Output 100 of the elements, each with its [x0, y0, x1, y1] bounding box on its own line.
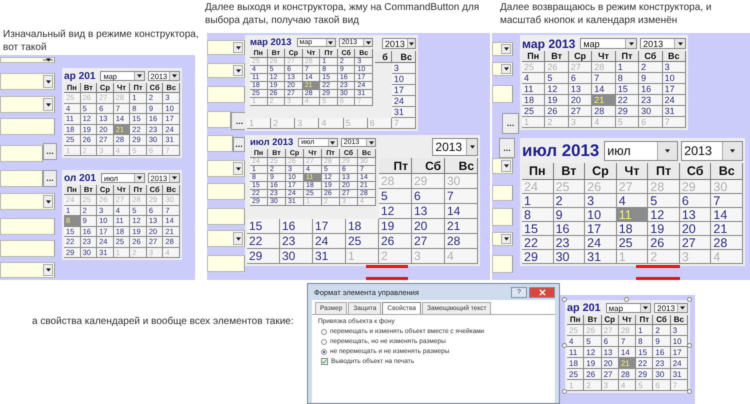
day-cell[interactable]: 5 — [648, 194, 680, 208]
day-cell[interactable]: 10 — [585, 208, 617, 222]
day-cell[interactable]: 31 — [662, 106, 686, 117]
day-cell[interactable]: 12 — [379, 204, 412, 219]
day-cell[interactable]: 17 — [313, 219, 346, 234]
day-cell[interactable]: 20 — [568, 95, 592, 106]
day-cell[interactable]: 8 — [636, 336, 654, 347]
input-field[interactable] — [0, 240, 55, 257]
day-cell[interactable]: 27 — [568, 106, 592, 117]
day-cell[interactable]: 14 — [445, 204, 478, 219]
input-field[interactable] — [492, 85, 513, 103]
day-cell[interactable]: 2 — [639, 62, 663, 73]
day-cell[interactable]: 22 — [616, 95, 640, 106]
day-cell[interactable]: 5 — [545, 73, 569, 84]
month-dropdown[interactable]: мар — [580, 38, 638, 49]
day-cell[interactable]: 19 — [545, 95, 569, 106]
day-cell[interactable]: 27 — [680, 236, 712, 250]
selection-handle[interactable] — [562, 343, 567, 348]
day-cell[interactable]: 17 — [585, 222, 617, 236]
day-cell[interactable]: 11 — [567, 347, 584, 358]
day-cell[interactable]: 31 — [670, 369, 688, 380]
checkbox[interactable] — [321, 358, 328, 365]
day-cell[interactable]: 12 — [545, 84, 569, 95]
input-field[interactable] — [207, 111, 231, 128]
day-cell[interactable]: 2 — [554, 194, 586, 208]
dropdown-field[interactable] — [207, 63, 245, 78]
dropdown-field[interactable] — [207, 160, 245, 177]
day-cell[interactable]: 29 — [522, 250, 554, 264]
day-cell[interactable]: 14 — [711, 208, 743, 222]
dropdown-field[interactable] — [0, 73, 55, 90]
dropdown-field[interactable] — [0, 262, 55, 278]
day-cell[interactable]: 14 — [592, 84, 616, 95]
day-cell[interactable]: 27 — [602, 369, 619, 380]
selection-handle[interactable] — [624, 297, 629, 302]
day-cell[interactable]: 24 — [392, 96, 416, 107]
input-field[interactable] — [0, 170, 43, 187]
selection-handle[interactable] — [687, 297, 692, 302]
day-cell[interactable]: 31 — [585, 250, 617, 264]
ellipsis-button[interactable]: ... — [43, 170, 57, 187]
ellipsis-button[interactable]: ... — [233, 137, 245, 152]
close-button[interactable] — [529, 286, 555, 298]
day-cell[interactable]: 1 — [636, 325, 654, 336]
day-cell[interactable]: 15 — [636, 347, 654, 358]
day-cell[interactable]: 29 — [636, 369, 654, 380]
day-cell[interactable]: 4 — [522, 73, 546, 84]
day-cell[interactable]: 16 — [653, 347, 671, 358]
day-cell[interactable]: 10 — [662, 73, 686, 84]
day-cell[interactable]: 16 — [554, 222, 586, 236]
day-cell[interactable]: 28 — [592, 106, 616, 117]
day-cell[interactable]: 3 — [585, 194, 617, 208]
day-cell[interactable]: 7 — [592, 73, 616, 84]
day-cell[interactable]: 21 — [711, 222, 743, 236]
day-cell[interactable]: 9 — [554, 208, 586, 222]
day-cell[interactable]: 18 — [567, 358, 584, 369]
day-cell[interactable]: 7 — [445, 189, 478, 204]
dropdown-field[interactable] — [0, 96, 55, 113]
input-field[interactable] — [207, 135, 233, 152]
dropdown-field[interactable] — [0, 193, 55, 210]
day-cell[interactable]: 5 — [379, 189, 412, 204]
day-cell[interactable]: 8 — [616, 73, 640, 84]
day-cell[interactable]: 7 — [618, 336, 636, 347]
input-field[interactable] — [0, 218, 55, 235]
selection-handle[interactable] — [562, 297, 567, 302]
day-cell[interactable]: 12 — [648, 208, 680, 222]
day-cell[interactable]: 19 — [648, 222, 680, 236]
year-dropdown[interactable]: 2013 — [640, 38, 686, 49]
day-cell[interactable]: 21 — [445, 219, 478, 234]
day-cell[interactable]: 25 — [522, 106, 546, 117]
day-cell[interactable]: 24 — [585, 236, 617, 250]
day-cell[interactable]: 15 — [522, 222, 554, 236]
day-cell[interactable]: 20 — [412, 219, 445, 234]
day-cell[interactable]: 29 — [247, 249, 280, 264]
day-cell[interactable]: 11 — [522, 84, 546, 95]
day-cell[interactable]: 22 — [522, 236, 554, 250]
dropdown-field[interactable] — [492, 232, 513, 246]
input-field[interactable] — [492, 208, 513, 226]
day-cell[interactable]: 27 — [412, 234, 445, 249]
day-cell[interactable]: 30 — [639, 106, 663, 117]
day-cell[interactable]: 13 — [568, 84, 592, 95]
dropdown-field[interactable] — [492, 158, 513, 174]
day-cell[interactable]: 18 — [616, 222, 648, 236]
day-cell[interactable]: 28 — [445, 234, 478, 249]
day-cell[interactable]: 25 — [616, 236, 648, 250]
day-cell[interactable]: 24 — [313, 234, 346, 249]
day-cell[interactable]: 12 — [584, 347, 602, 358]
day-cell[interactable]: 15 — [616, 84, 640, 95]
day-cell[interactable]: 23 — [554, 236, 586, 250]
day-cell[interactable]: 6 — [412, 189, 445, 204]
day-cell[interactable]: 31 — [392, 107, 416, 118]
day-cell[interactable]: 8 — [522, 208, 554, 222]
day-cell[interactable]: 19 — [379, 219, 412, 234]
day-cell[interactable]: 2 — [653, 325, 671, 336]
day-cell[interactable]: 3 — [670, 325, 688, 336]
day-cell[interactable]: 17 — [670, 347, 688, 358]
day-cell[interactable]: 9 — [639, 73, 663, 84]
day-cell[interactable]: 10 — [670, 336, 688, 347]
radio-button[interactable] — [321, 348, 327, 354]
day-cell[interactable]: 3 — [392, 63, 416, 74]
radio-button[interactable] — [321, 328, 327, 334]
day-cell[interactable]: 26 — [379, 234, 412, 249]
